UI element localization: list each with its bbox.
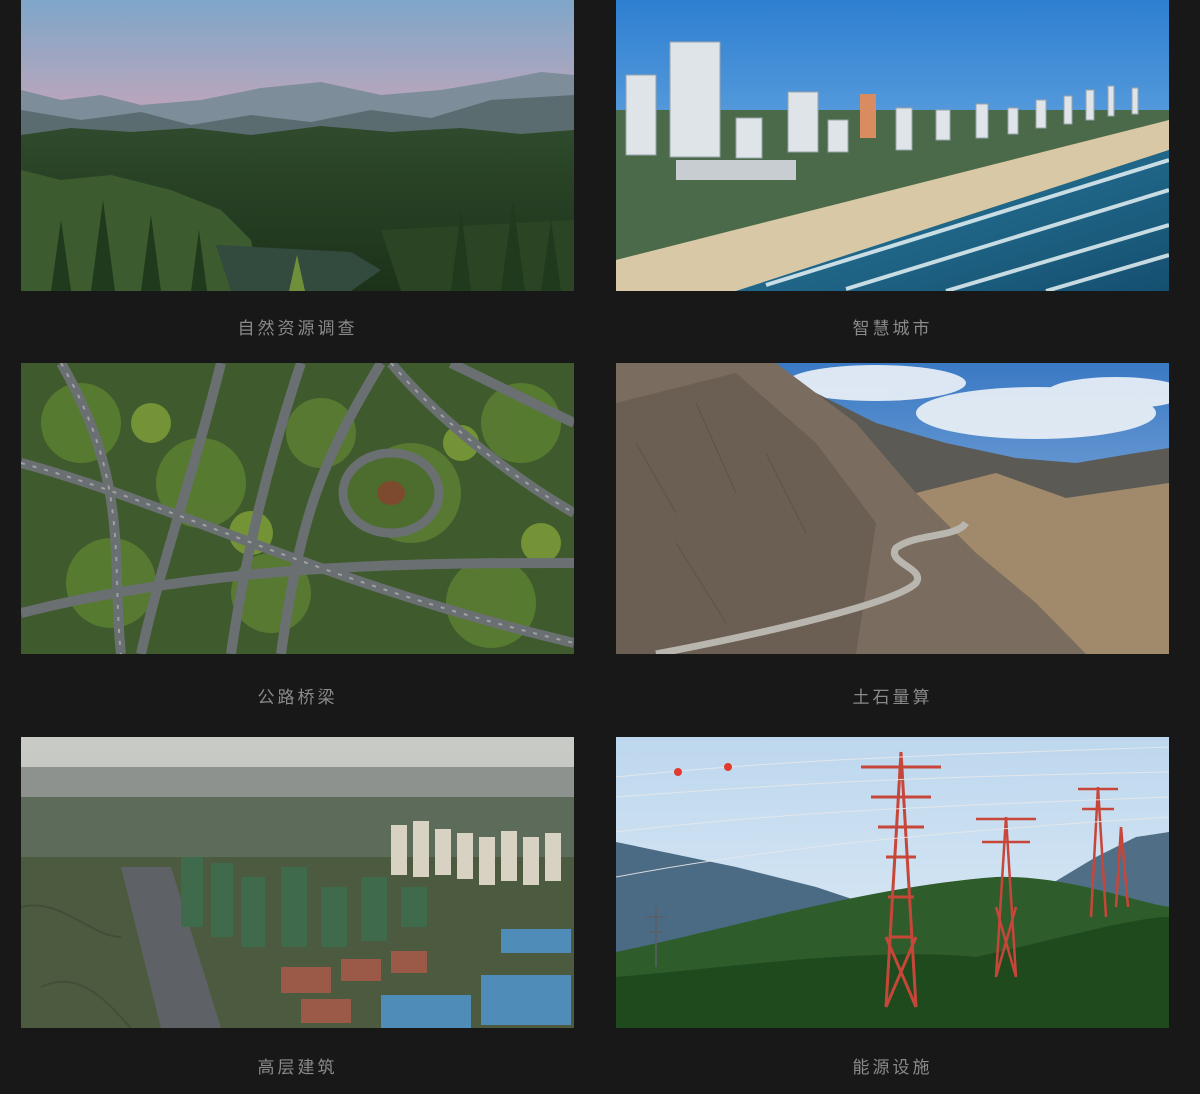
gallery-card-high-rise-buildings[interactable]: 高层建筑 xyxy=(21,737,574,1078)
gallery-card-energy-facilities[interactable]: 能源设施 xyxy=(616,737,1169,1078)
mountain-road-photo[interactable] xyxy=(616,363,1169,654)
gallery-card-highway-bridges[interactable]: 公路桥梁 xyxy=(21,363,574,708)
gallery-caption[interactable]: 自然资源调查 xyxy=(21,314,574,339)
gallery-caption[interactable]: 土石量算 xyxy=(616,683,1169,708)
highway-interchange-photo[interactable] xyxy=(21,363,574,654)
forest-mountains-photo[interactable] xyxy=(21,0,574,291)
power-transmission-towers-photo[interactable] xyxy=(616,737,1169,1028)
coastal-city-photo[interactable] xyxy=(616,0,1169,291)
gallery-card-smart-city[interactable]: 智慧城市 xyxy=(616,0,1169,339)
gallery-caption[interactable]: 能源设施 xyxy=(616,1053,1169,1078)
gallery-card-natural-resources[interactable]: 自然资源调查 xyxy=(21,0,574,339)
gallery-caption[interactable]: 智慧城市 xyxy=(616,314,1169,339)
high-rise-construction-photo[interactable] xyxy=(21,737,574,1028)
gallery-caption[interactable]: 公路桥梁 xyxy=(21,683,574,708)
gallery-caption[interactable]: 高层建筑 xyxy=(21,1053,574,1078)
gallery-card-earthwork-calculation[interactable]: 土石量算 xyxy=(616,363,1169,708)
